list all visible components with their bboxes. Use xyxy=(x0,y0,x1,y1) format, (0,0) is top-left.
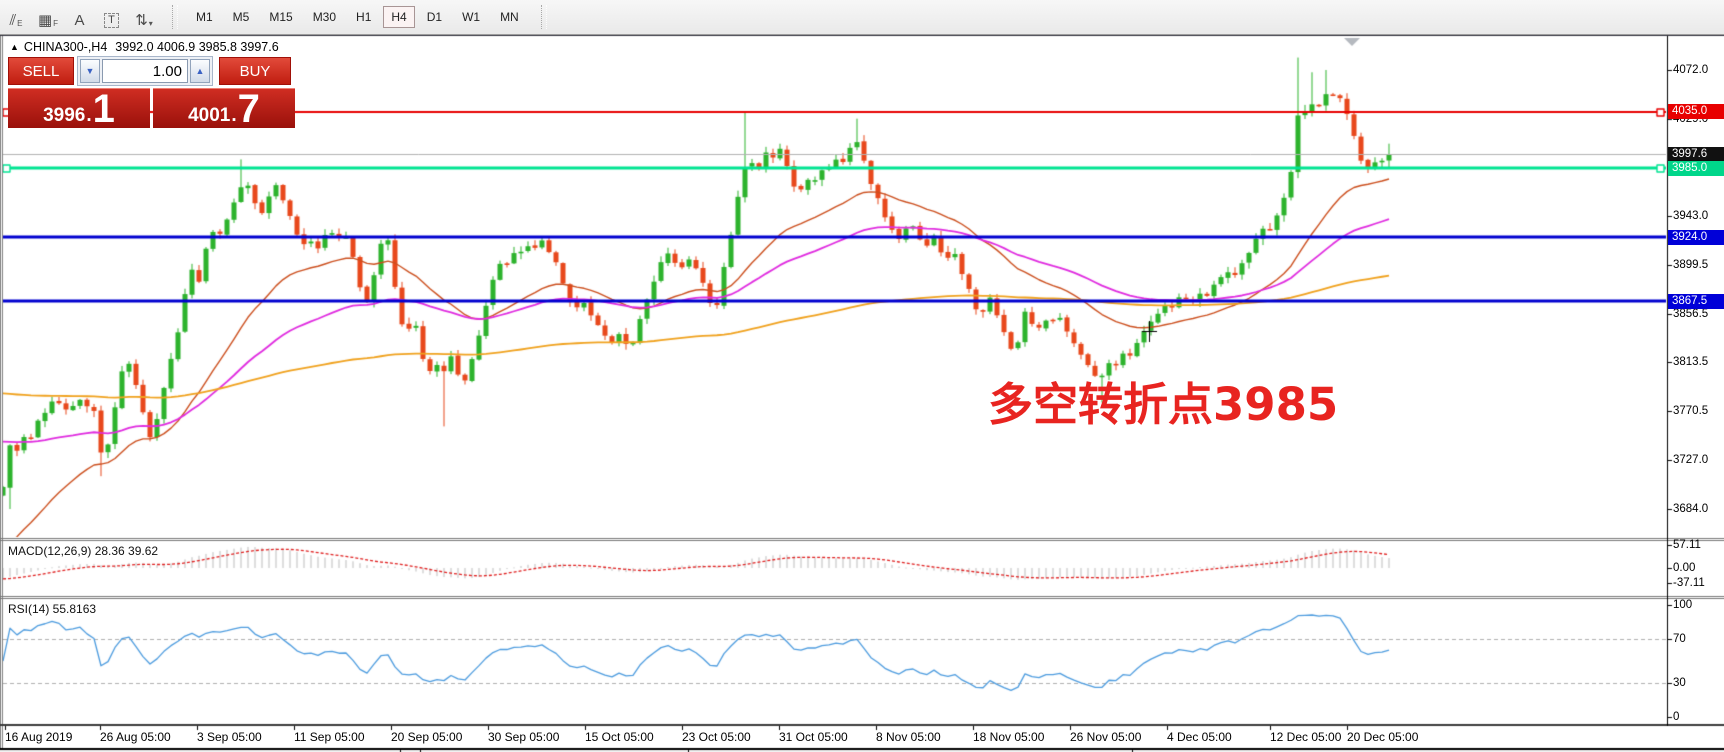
buy-button[interactable]: BUY xyxy=(219,57,291,85)
time-axis-label: 11 Sep 05:00 xyxy=(294,730,365,744)
time-axis-label: 18 Nov 05:00 xyxy=(973,730,1044,744)
toolbar-separator xyxy=(541,5,547,29)
rsi-axis-label: 0 xyxy=(1673,710,1679,724)
ohlc-values: 3992.0 4006.9 3985.8 3997.6 xyxy=(115,40,278,54)
sell-price-dot: . xyxy=(86,106,91,125)
toolbar-separator xyxy=(172,5,178,29)
time-axis-label: 16 Aug 2019 xyxy=(5,730,72,744)
mt4-chart-window: ⫽E▦FAT⇅▾ M1M5M15M30H1H4D1W1MN ▲ CHINA300-… xyxy=(0,0,1724,752)
lot-decrease-button[interactable]: ▼ xyxy=(80,59,100,83)
time-axis-label: 23 Oct 05:00 xyxy=(682,730,751,744)
time-axis-label: 20 Sep 05:00 xyxy=(391,730,462,744)
sell-price-pips: 1 xyxy=(93,93,115,125)
price-tick-label: 3770.5 xyxy=(1673,404,1708,418)
time-axis-label: 3 Sep 05:00 xyxy=(197,730,262,744)
text-tool-icon[interactable]: A xyxy=(66,2,94,32)
price-tick-label: 3727.0 xyxy=(1673,453,1708,467)
chart-annotation-text: 多空转折点3985 xyxy=(988,368,1338,433)
macd-axis-label: 57.11 xyxy=(1673,538,1701,552)
sell-price-main: 3996 xyxy=(43,106,85,125)
symbol-label: CHINA300-,H4 xyxy=(24,40,107,54)
rsi-indicator-label: RSI(14) 55.8163 xyxy=(8,602,96,616)
price-level-badge: 3985.0 xyxy=(1668,161,1724,176)
price-tick-label: 3684.0 xyxy=(1673,502,1708,516)
buy-price-main: 4001 xyxy=(188,106,230,125)
toolbar: ⫽E▦FAT⇅▾ M1M5M15M30H1H4D1W1MN xyxy=(0,0,1724,35)
collapse-icon[interactable]: ▲ xyxy=(10,42,19,52)
time-axis-label: 26 Aug 05:00 xyxy=(100,730,171,744)
lot-size-group: ▼ ▲ xyxy=(77,56,213,86)
one-click-trade-panel: SELL ▼ ▲ BUY 3996.1 4001.7 xyxy=(8,56,295,128)
chart-ohlc-header: ▲ CHINA300-,H4 3992.0 4006.9 3985.8 3997.6 xyxy=(10,40,279,54)
macd-axis-label: -37.11 xyxy=(1673,576,1705,590)
time-axis-label: 8 Nov 05:00 xyxy=(876,730,941,744)
time-axis-label: 30 Sep 05:00 xyxy=(488,730,559,744)
price-level-badge: 3867.5 xyxy=(1668,294,1724,309)
timeframe-button-mn[interactable]: MN xyxy=(492,6,527,28)
price-tick-label: 3899.5 xyxy=(1673,258,1708,272)
buy-price-button[interactable]: 4001.7 xyxy=(153,88,295,128)
fibo-grid-icon[interactable]: ▦F xyxy=(34,2,62,32)
rsi-axis-label: 30 xyxy=(1673,676,1686,690)
timeframe-button-d1[interactable]: D1 xyxy=(419,6,450,28)
text-label-tool-icon[interactable]: T xyxy=(98,2,126,32)
arrow-tool-icon[interactable]: ⇅▾ xyxy=(130,2,158,32)
time-axis-label: 4 Dec 05:00 xyxy=(1167,730,1232,744)
time-axis-label: 26 Nov 05:00 xyxy=(1070,730,1141,744)
buy-price-dot: . xyxy=(231,106,236,125)
fibo-expansion-icon[interactable]: ⫽E xyxy=(2,2,30,32)
time-axis-label: 31 Oct 05:00 xyxy=(779,730,848,744)
time-axis-label: 12 Dec 05:00 xyxy=(1270,730,1341,744)
buy-price-pips: 7 xyxy=(238,93,260,125)
time-axis-label: 15 Oct 05:00 xyxy=(585,730,654,744)
timeframe-button-h1[interactable]: H1 xyxy=(348,6,379,28)
timeframe-button-h4[interactable]: H4 xyxy=(383,6,414,28)
price-tick-label: 4072.0 xyxy=(1673,63,1708,77)
sell-price-button[interactable]: 3996.1 xyxy=(8,88,150,128)
timeframe-button-w1[interactable]: W1 xyxy=(454,6,488,28)
sell-button[interactable]: SELL xyxy=(8,57,74,85)
rsi-axis-label: 70 xyxy=(1673,632,1686,646)
timeframe-button-m5[interactable]: M5 xyxy=(225,6,258,28)
line-studies-toolbar: ⫽E▦FAT⇅▾ xyxy=(0,2,160,32)
rsi-axis-label: 100 xyxy=(1673,598,1692,612)
macd-indicator-label: MACD(12,26,9) 28.36 39.62 xyxy=(8,544,158,558)
price-level-badge: 3924.0 xyxy=(1668,230,1724,245)
timeframe-button-m15[interactable]: M15 xyxy=(261,6,300,28)
price-level-badge: 4035.0 xyxy=(1668,104,1724,119)
price-tick-label: 3813.5 xyxy=(1673,355,1708,369)
timeframe-toolbar: M1M5M15M30H1H4D1W1MN xyxy=(186,6,529,28)
timeframe-button-m30[interactable]: M30 xyxy=(305,6,344,28)
price-tick-label: 3856.5 xyxy=(1673,307,1708,321)
lot-increase-button[interactable]: ▲ xyxy=(190,59,210,83)
timeframe-button-m1[interactable]: M1 xyxy=(188,6,221,28)
macd-axis-label: 0.00 xyxy=(1673,561,1695,575)
time-axis-label: 20 Dec 05:00 xyxy=(1347,730,1418,744)
price-tick-label: 3943.0 xyxy=(1673,209,1708,223)
price-level-badge: 3997.6 xyxy=(1668,147,1724,162)
lot-size-input[interactable] xyxy=(102,59,188,83)
